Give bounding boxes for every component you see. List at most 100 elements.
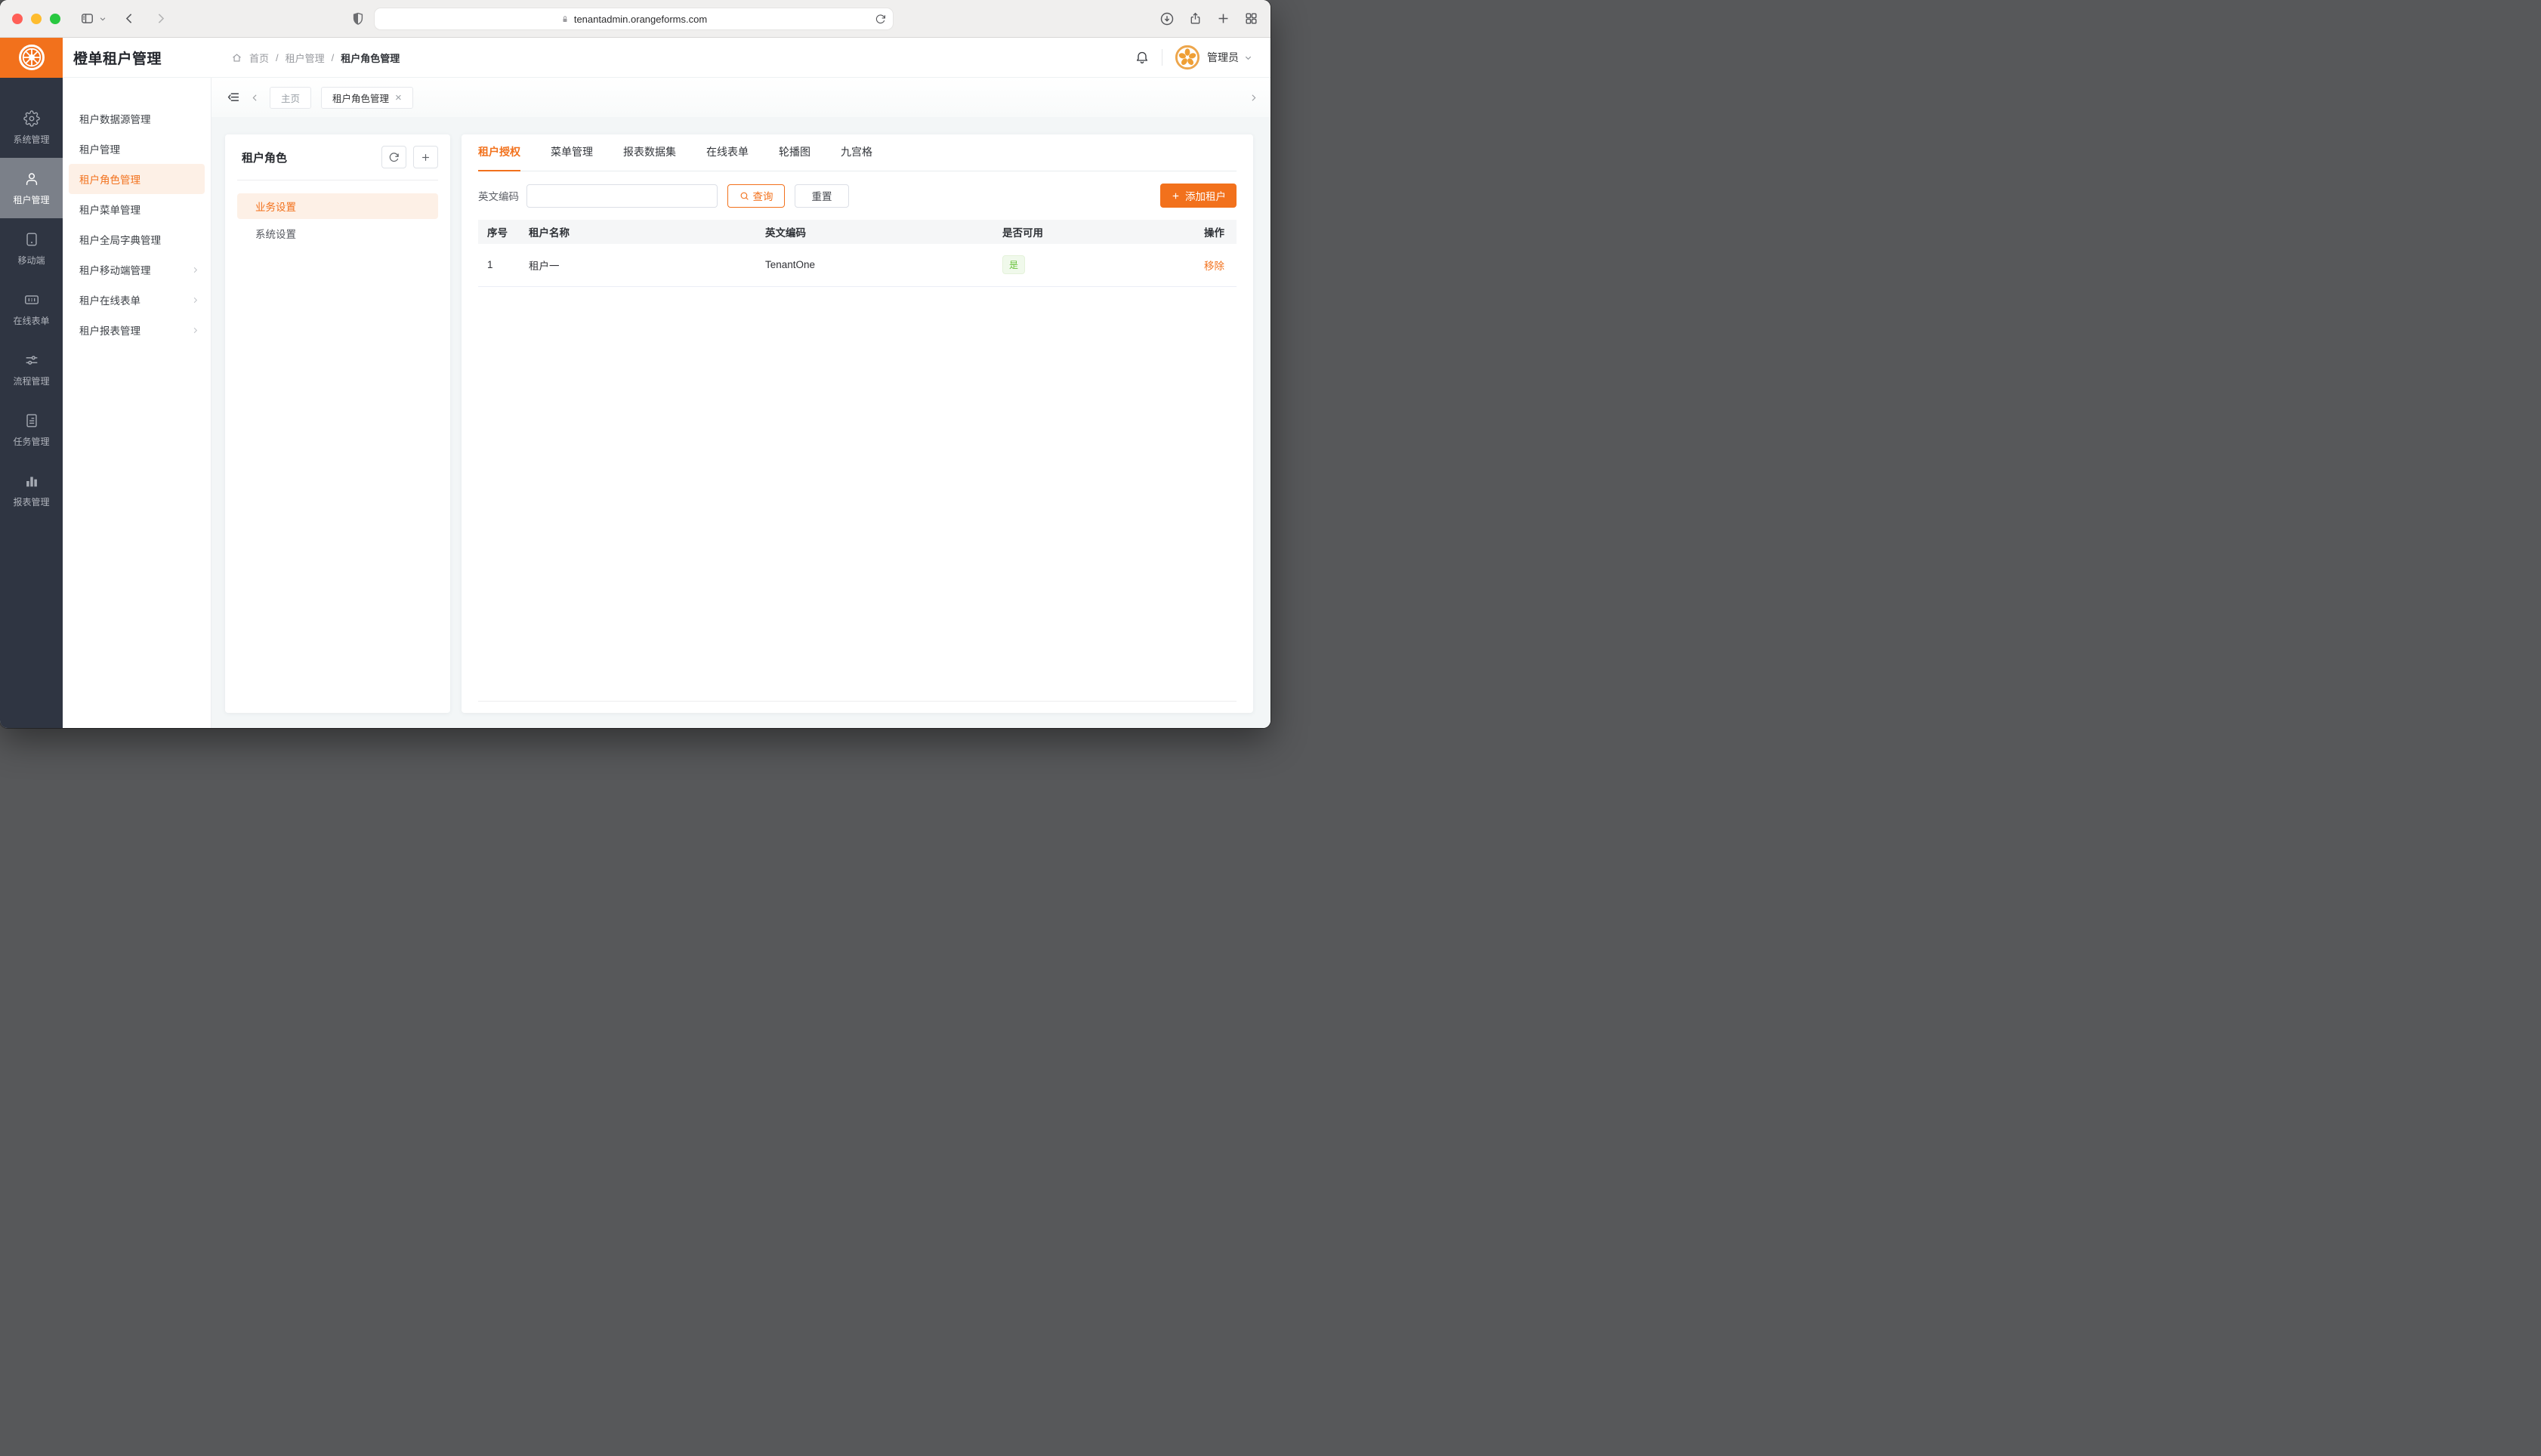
app-logo	[0, 38, 63, 78]
sidebar-item-tenant-mgmt[interactable]: 租户管理	[0, 158, 63, 218]
tab-menu-mgmt[interactable]: 菜单管理	[551, 144, 593, 171]
close-icon[interactable]: ×	[395, 92, 402, 103]
tab-carousel[interactable]: 轮播图	[779, 144, 810, 171]
cell-no: 1	[478, 244, 520, 286]
menu-item-tenant-report-mgmt[interactable]: 租户报表管理	[63, 315, 211, 345]
search-toolbar: 英文编码 查询 重置 添加租户	[462, 171, 1253, 208]
tab-online-form[interactable]: 在线表单	[706, 144, 749, 171]
sidebar-toggle-icon[interactable]	[80, 11, 94, 26]
menu-item-tenant-dict-mgmt[interactable]: 租户全局字典管理	[63, 224, 211, 254]
english-code-input[interactable]	[526, 184, 718, 208]
share-icon[interactable]	[1188, 11, 1203, 26]
tenant-table: 序号 租户名称 英文编码 是否可用 操作 1 租户一	[478, 220, 1237, 287]
menu-item-label: 租户在线表单	[79, 292, 140, 307]
add-tenant-button[interactable]: 添加租户	[1160, 184, 1237, 208]
sidebar-item-label: 系统管理	[13, 133, 49, 146]
role-item-system-settings[interactable]: 系统设置	[237, 221, 438, 246]
new-tab-icon[interactable]	[1216, 11, 1230, 26]
sidebar-item-label: 租户管理	[13, 193, 49, 206]
sidebar-item-label: 流程管理	[13, 375, 49, 387]
role-item-label: 业务设置	[255, 199, 296, 214]
menu-item-tenant-menu-mgmt[interactable]: 租户菜单管理	[63, 194, 211, 224]
browser-toolbar: tenantadmin.orangeforms.com	[0, 0, 1270, 38]
tab-tenant-role-mgmt[interactable]: 租户角色管理 ×	[321, 87, 413, 109]
breadcrumb-current: 租户角色管理	[341, 51, 400, 65]
menu-item-tenant-online-form[interactable]: 租户在线表单	[63, 285, 211, 315]
english-code-label: 英文编码	[478, 188, 519, 203]
col-header-action: 操作	[1175, 220, 1237, 244]
lock-icon	[560, 14, 570, 24]
add-role-button[interactable]	[413, 146, 438, 168]
sidebar-item-task-mgmt[interactable]: 任务管理	[0, 399, 63, 460]
notification-bell-icon[interactable]	[1135, 50, 1150, 65]
reset-label: 重置	[812, 188, 832, 203]
col-header-enabled: 是否可用	[993, 220, 1175, 244]
menu-item-label: 租户数据源管理	[79, 111, 151, 126]
plus-icon	[1171, 191, 1181, 201]
sidebar-item-report-mgmt[interactable]: 报表管理	[0, 460, 63, 520]
cell-enabled: 是	[993, 244, 1175, 286]
menu-item-tenant-mgmt[interactable]: 租户管理	[63, 134, 211, 164]
reset-button[interactable]: 重置	[795, 184, 849, 208]
refresh-icon	[388, 152, 400, 163]
tab-home[interactable]: 主页	[270, 87, 311, 109]
role-list: 业务设置 系统设置	[225, 180, 450, 261]
content-tabs: 租户授权 菜单管理 报表数据集 在线表单 轮播图 九宫格	[478, 134, 1237, 171]
sidebar-item-label: 报表管理	[13, 495, 49, 508]
cell-action: 移除	[1175, 244, 1237, 286]
traffic-lights	[12, 14, 60, 24]
tab-scroll-right-icon[interactable]	[1249, 93, 1258, 103]
tab-scroll-left-icon[interactable]	[250, 93, 260, 103]
avatar[interactable]	[1175, 45, 1200, 70]
query-button[interactable]: 查询	[727, 184, 785, 208]
menu-item-tenant-mobile-mgmt[interactable]: 租户移动端管理	[63, 254, 211, 285]
cell-tenant-name: 租户一	[520, 244, 756, 286]
user-icon	[23, 171, 40, 187]
zoom-window-button[interactable]	[50, 14, 60, 24]
breadcrumb-tenant-mgmt[interactable]: 租户管理	[286, 51, 325, 65]
primary-sidebar: 系统管理 租户管理 移动端 在线表单 流程管理 任务管理	[0, 78, 63, 728]
chevron-right-icon	[191, 326, 199, 335]
tab-tenant-auth[interactable]: 租户授权	[478, 144, 520, 171]
reload-icon[interactable]	[875, 14, 886, 27]
query-label: 查询	[753, 188, 773, 203]
minimize-window-button[interactable]	[31, 14, 42, 24]
tenant-role-panel: 租户角色 业务设置	[225, 134, 450, 713]
downloads-icon[interactable]	[1159, 11, 1175, 26]
tab-overview-icon[interactable]	[1244, 11, 1258, 26]
menu-item-tenant-role-mgmt[interactable]: 租户角色管理	[69, 164, 205, 194]
secondary-sidebar: 租户数据源管理 租户管理 租户角色管理 租户菜单管理 租户全局字典管理 租户移动…	[63, 78, 211, 728]
form-icon	[23, 292, 40, 308]
privacy-shield-icon[interactable]	[350, 11, 366, 30]
sidebar-menu-chevron-icon[interactable]	[99, 15, 107, 23]
forward-button[interactable]	[154, 12, 167, 25]
tab-nine-grid[interactable]: 九宫格	[841, 144, 872, 171]
menu-item-tenant-datasource[interactable]: 租户数据源管理	[63, 103, 211, 134]
tenant-auth-panel: 租户授权 菜单管理 报表数据集 在线表单 轮播图 九宫格 英文编码 查询	[462, 134, 1253, 713]
menu-fold-icon[interactable]	[227, 91, 240, 104]
close-window-button[interactable]	[12, 14, 23, 24]
sidebar-item-label: 移动端	[17, 254, 45, 267]
refresh-button[interactable]	[381, 146, 406, 168]
url-bar[interactable]: tenantadmin.orangeforms.com	[374, 8, 894, 30]
tab-report-dataset[interactable]: 报表数据集	[623, 144, 676, 171]
sidebar-item-process-mgmt[interactable]: 流程管理	[0, 339, 63, 399]
sidebar-item-mobile[interactable]: 移动端	[0, 218, 63, 279]
table-row: 1 租户一 TenantOne 是 移除	[478, 244, 1237, 286]
sidebar-item-system-mgmt[interactable]: 系统管理	[0, 97, 63, 158]
remove-link[interactable]: 移除	[1204, 261, 1224, 272]
menu-item-label: 租户移动端管理	[79, 262, 151, 277]
sidebar-item-label: 任务管理	[13, 435, 49, 448]
breadcrumb-separator: /	[332, 52, 335, 63]
sidebar-item-online-form[interactable]: 在线表单	[0, 279, 63, 339]
main-content: 主页 租户角色管理 × 租户角色	[211, 78, 1270, 728]
col-header-code: 英文编码	[756, 220, 993, 244]
role-item-business-settings[interactable]: 业务设置	[237, 193, 438, 219]
back-button[interactable]	[123, 12, 136, 25]
chevron-right-icon	[191, 266, 199, 274]
breadcrumb-home[interactable]: 首页	[249, 51, 269, 65]
sidebar-item-label: 在线表单	[13, 314, 49, 327]
header-right: 管理员	[1135, 45, 1270, 70]
user-menu-chevron-icon[interactable]	[1244, 54, 1252, 62]
user-name[interactable]: 管理员	[1207, 50, 1239, 65]
